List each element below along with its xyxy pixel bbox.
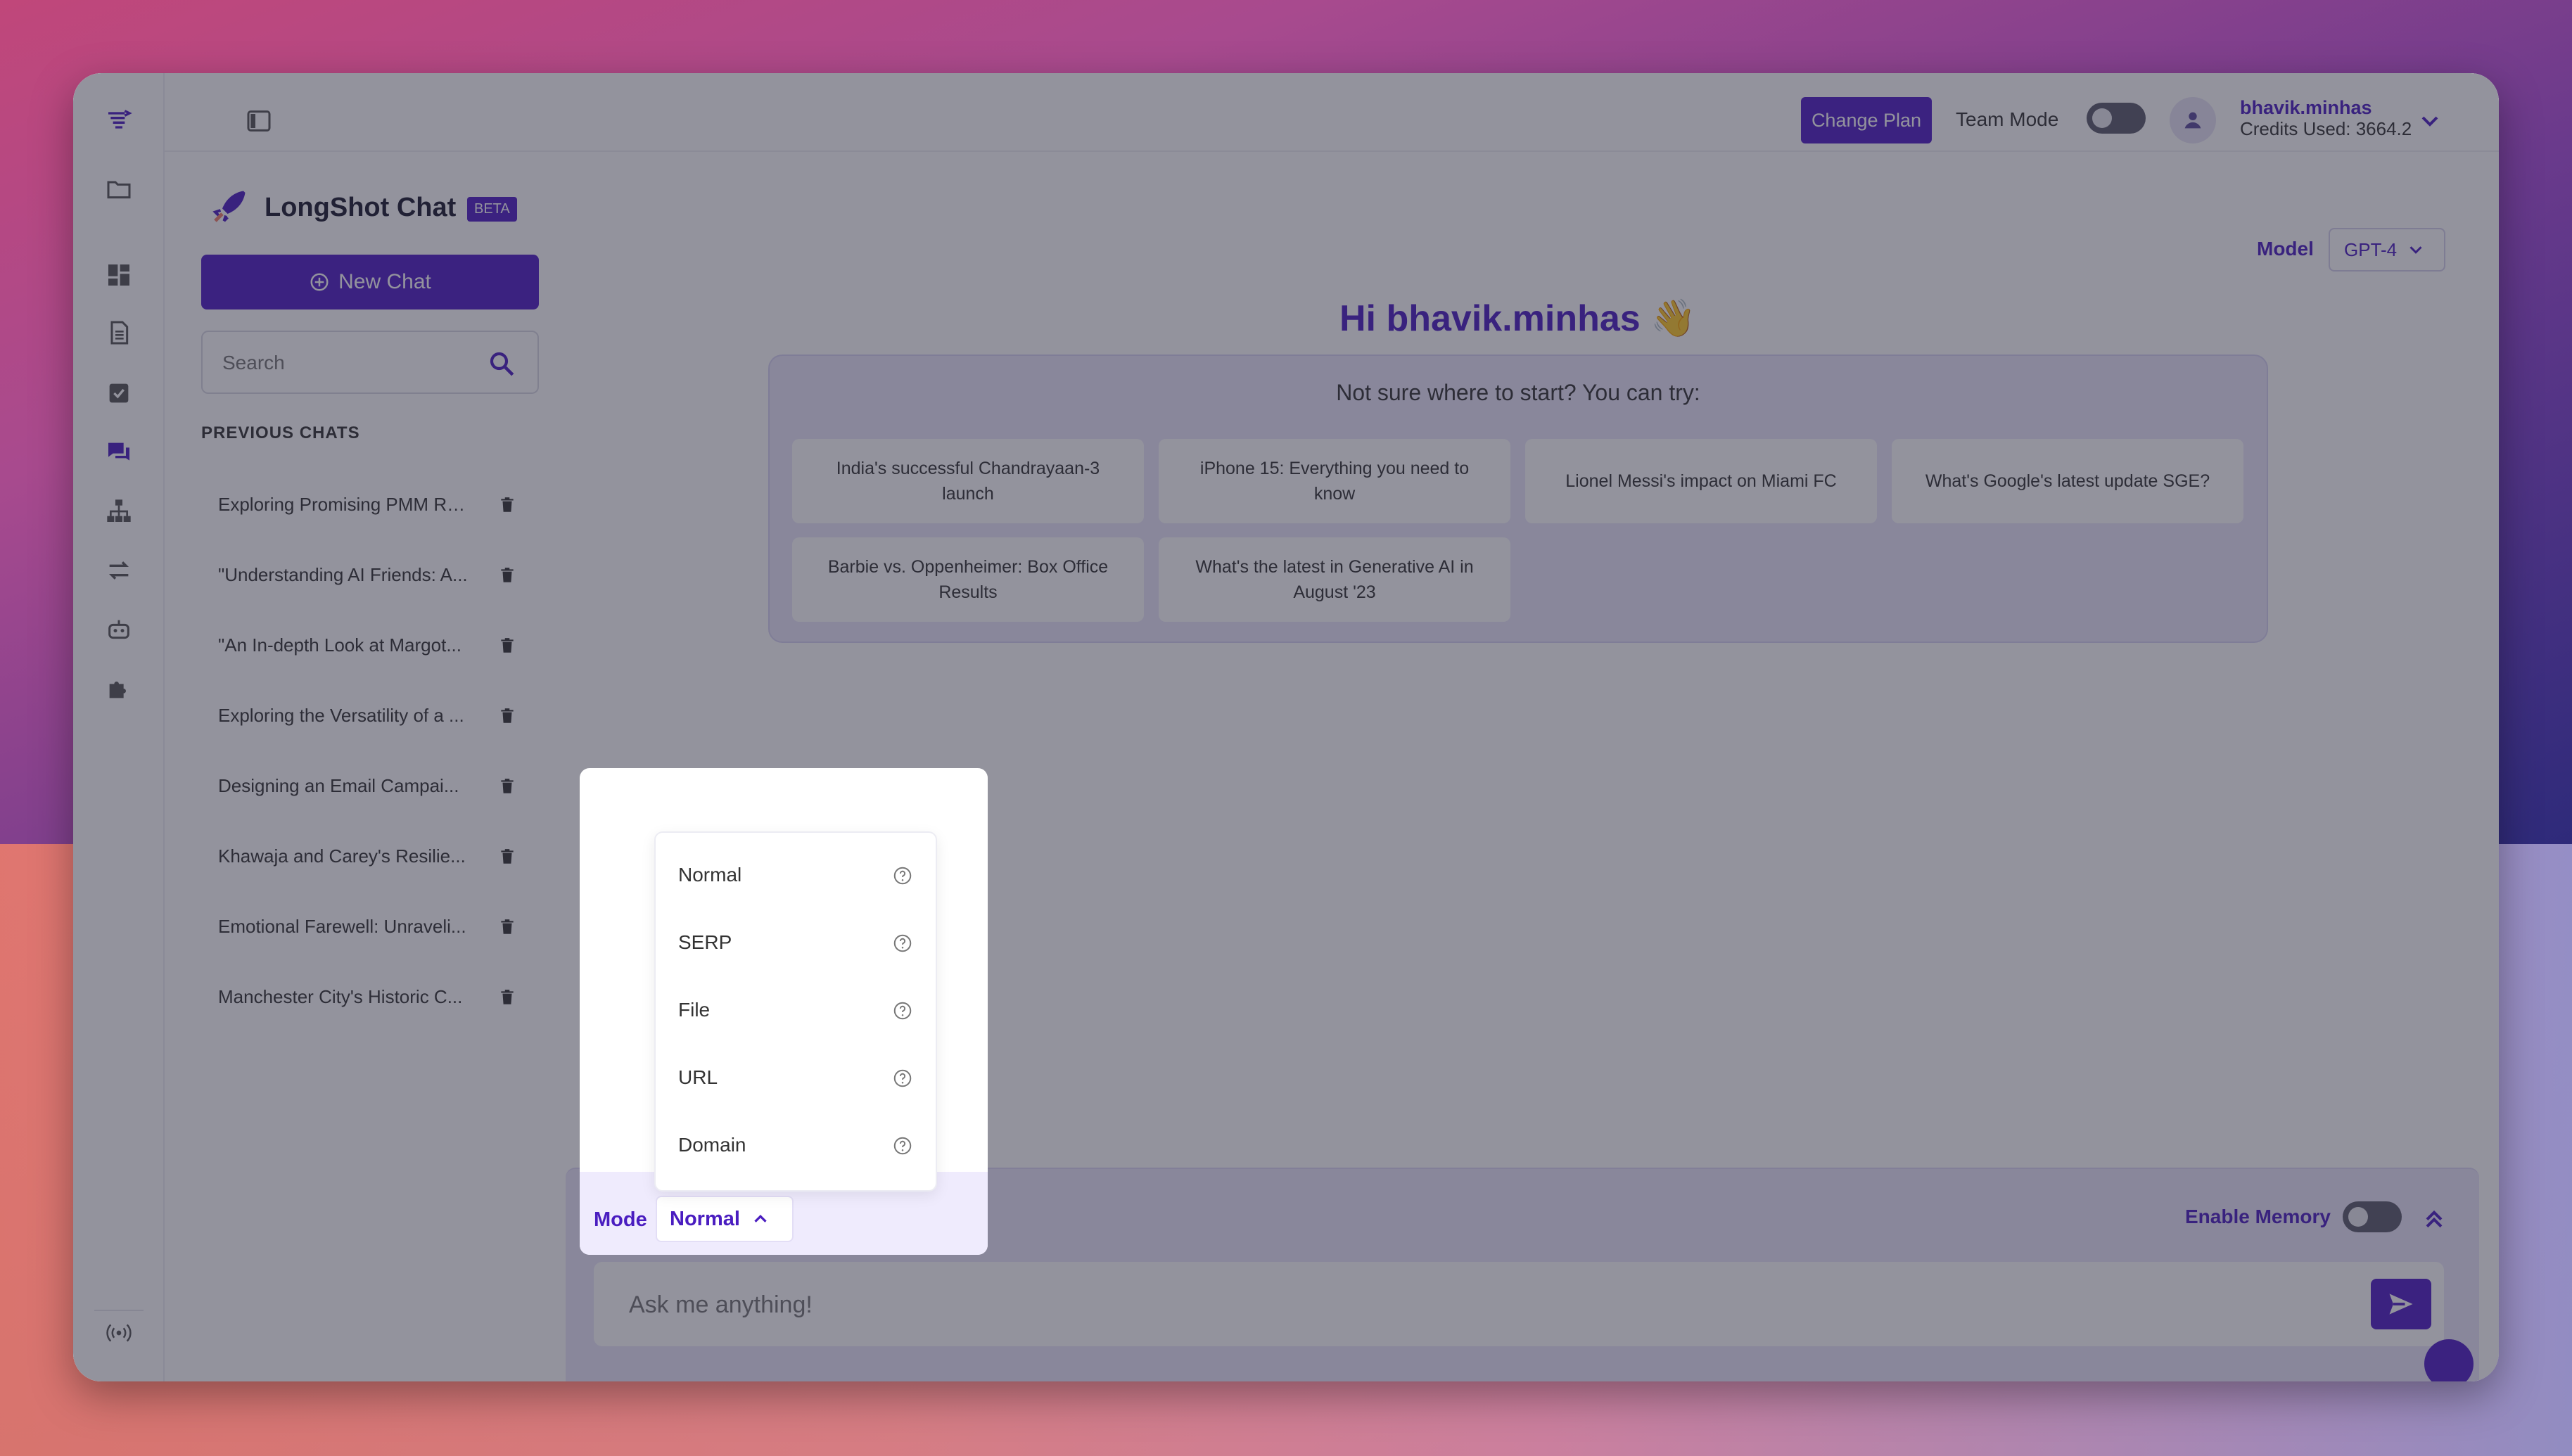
mode-value: Normal bbox=[670, 1207, 740, 1230]
help-circle-icon[interactable] bbox=[892, 1068, 913, 1089]
app-window: Change Plan Team Mode bhavik.minhas Cred… bbox=[73, 73, 2499, 1381]
mode-option-domain[interactable]: Domain bbox=[656, 1113, 936, 1177]
mode-option-file[interactable]: File bbox=[656, 978, 936, 1042]
mode-option-url[interactable]: URL bbox=[656, 1045, 936, 1110]
mode-option-serp[interactable]: SERP bbox=[656, 910, 936, 975]
mode-menu: Normal SERP File URL Domain bbox=[654, 831, 937, 1192]
modal-overlay[interactable] bbox=[73, 73, 2499, 1381]
help-circle-icon[interactable] bbox=[892, 1135, 913, 1156]
help-circle-icon[interactable] bbox=[892, 933, 913, 954]
mode-label: Mode bbox=[594, 1208, 647, 1231]
mode-popover: Mode Normal Normal SERP File URL Domain bbox=[580, 768, 988, 1255]
chevron-up-icon bbox=[754, 1214, 767, 1222]
help-circle-icon[interactable] bbox=[892, 865, 913, 886]
mode-select[interactable]: Normal bbox=[656, 1196, 794, 1242]
mode-option-normal[interactable]: Normal bbox=[656, 843, 936, 907]
help-circle-icon[interactable] bbox=[892, 1000, 913, 1021]
